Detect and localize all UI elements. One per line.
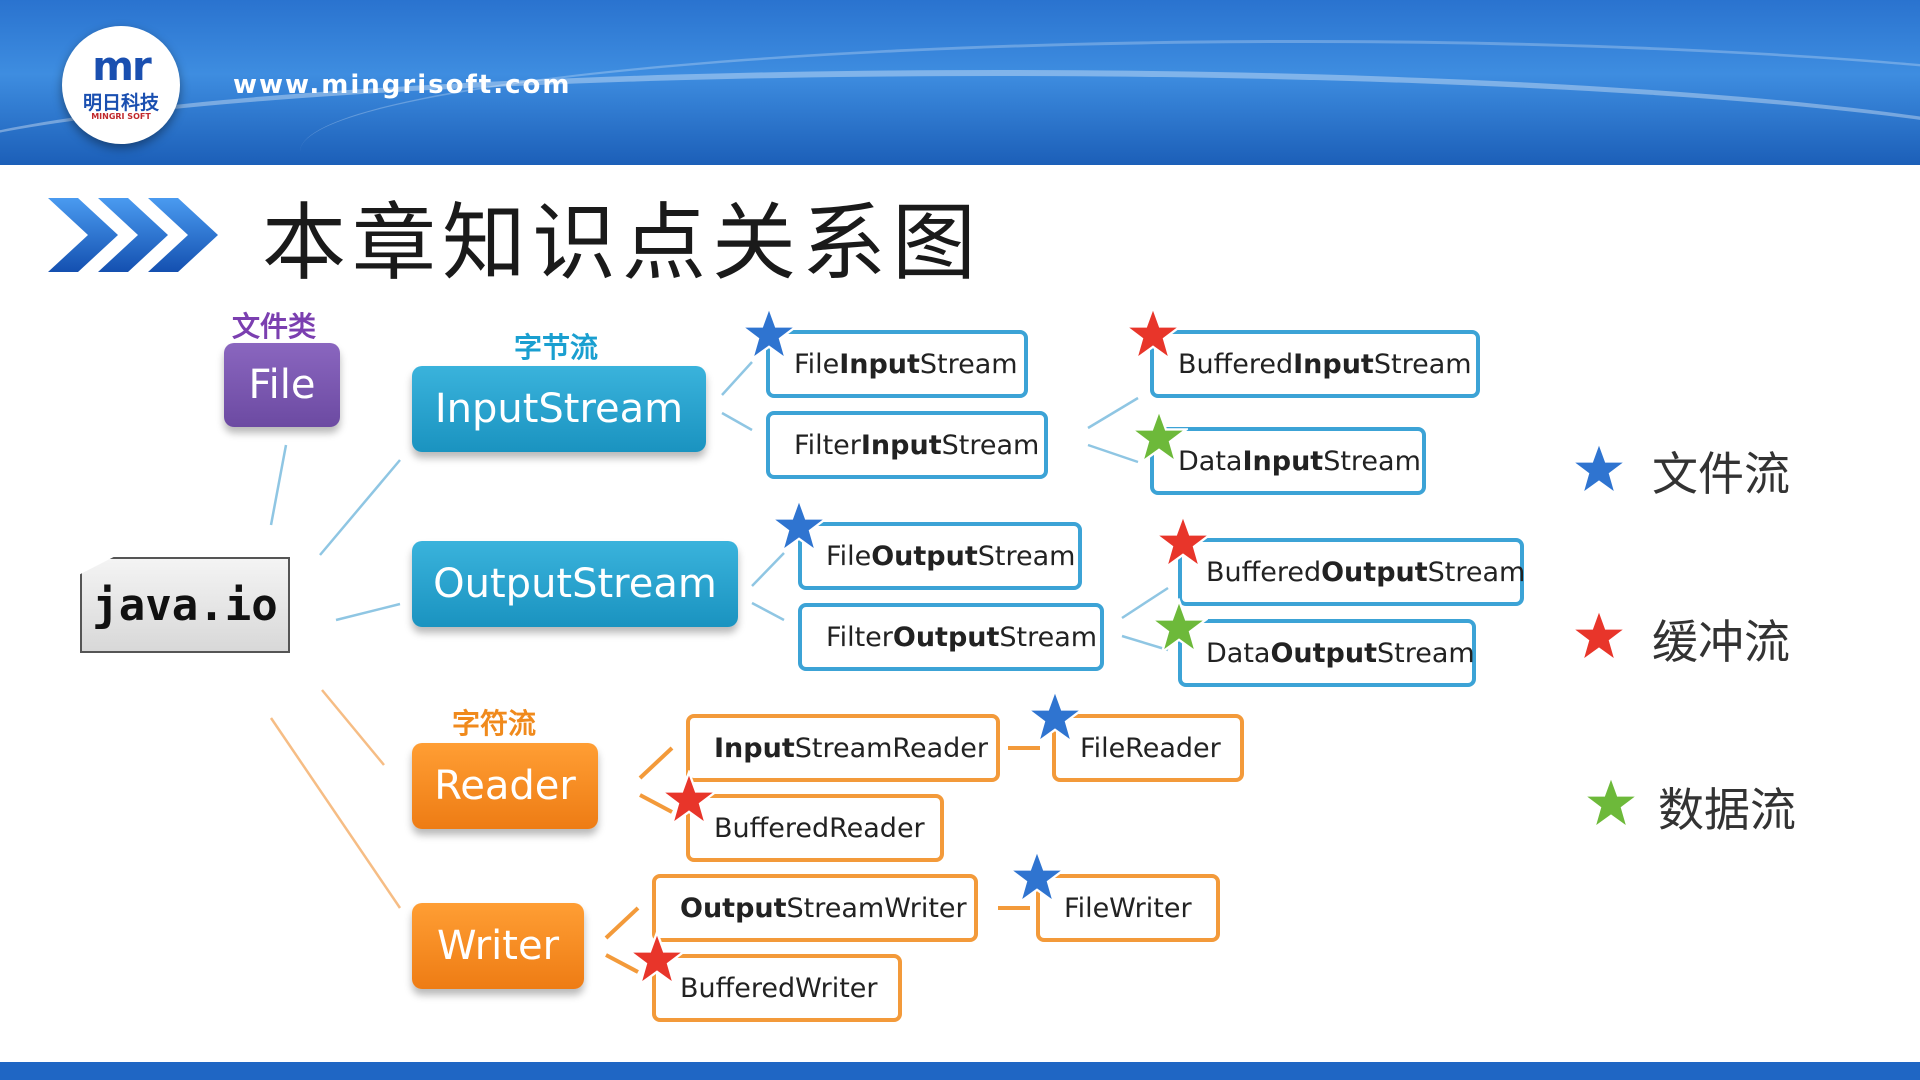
file-stream-star-icon: [740, 306, 798, 361]
class-name-emphasis: Input: [1293, 348, 1374, 380]
class-name-suffix: Stream: [1323, 445, 1421, 477]
footer-bar: [0, 1062, 1920, 1080]
class-name: BufferedWriter: [680, 972, 878, 1004]
class-filter-input-stream: Filter Input Stream: [766, 411, 1048, 479]
class-name-emphasis: Output: [892, 621, 1000, 653]
legend-buffered-stream-star-icon: [1570, 608, 1628, 663]
class-name-suffix: Stream: [977, 540, 1076, 572]
node-input-stream: InputStream: [412, 366, 706, 452]
class-buffered-output-stream: Buffered Output Stream: [1178, 538, 1526, 606]
class-output-stream-writer: Output StreamWriter: [652, 874, 978, 942]
class-name-emphasis: Input: [860, 429, 942, 461]
class-name-suffix: Stream: [1377, 637, 1475, 669]
node-reader: Reader: [412, 743, 598, 829]
class-input-stream-reader: Input StreamReader: [686, 714, 1000, 782]
root-package-java-io: java.io: [80, 557, 290, 653]
class-name-suffix: Stream: [941, 429, 1040, 461]
legend-file-stream-label: 文件流: [1652, 447, 1790, 501]
category-byte-stream: 字节流: [514, 331, 599, 364]
node-output-stream: OutputStream: [412, 541, 738, 627]
class-buffered-writer: BufferedWriter: [652, 954, 902, 1022]
class-name-emphasis: Output: [871, 540, 978, 572]
legend-file-stream-star-icon: [1570, 441, 1628, 496]
category-char-stream: 字符流: [452, 707, 537, 740]
class-file-output-stream: File Output Stream: [798, 522, 1082, 590]
class-name: FileWriter: [1064, 892, 1192, 924]
class-name-emphasis: Input: [714, 732, 795, 764]
class-file-input-stream: File Input Stream: [766, 330, 1028, 398]
class-name-prefix: Buffered: [1178, 348, 1294, 380]
buffered-stream-star-icon: [628, 931, 686, 986]
data-stream-star-icon: [1150, 599, 1208, 654]
buffered-stream-star-icon: [1154, 514, 1212, 569]
legend-data-stream-star-icon: [1582, 775, 1640, 830]
node-file: File: [224, 343, 340, 427]
class-data-output-stream: Data Output Stream: [1178, 619, 1476, 687]
file-stream-star-icon: [1008, 849, 1066, 904]
class-name-prefix: Buffered: [1206, 556, 1322, 588]
file-stream-star-icon: [770, 498, 828, 553]
class-name-suffix: StreamWriter: [786, 892, 967, 924]
class-name-prefix: Data: [1206, 637, 1271, 669]
legend-buffered-stream-label: 缓冲流: [1652, 615, 1790, 669]
class-name-prefix: Filter: [794, 429, 861, 461]
class-name-emphasis: Output: [680, 892, 787, 924]
class-name-suffix: Stream: [919, 348, 1018, 380]
class-name-suffix: Stream: [1373, 348, 1472, 380]
class-name-prefix: Filter: [826, 621, 893, 653]
node-writer: Writer: [412, 903, 584, 989]
data-stream-star-icon: [1130, 409, 1188, 464]
class-buffered-reader: BufferedReader: [686, 794, 944, 862]
buffered-stream-star-icon: [1124, 306, 1182, 361]
class-name-suffix: Stream: [1427, 556, 1526, 588]
file-stream-star-icon: [1026, 689, 1084, 744]
legend-data-stream-label: 数据流: [1658, 783, 1796, 837]
class-name-suffix: StreamReader: [794, 732, 988, 764]
class-name-prefix: File: [794, 348, 840, 380]
class-name: FileReader: [1080, 732, 1221, 764]
buffered-stream-star-icon: [660, 771, 718, 826]
class-buffered-input-stream: Buffered Input Stream: [1150, 330, 1480, 398]
category-file-class: 文件类: [232, 310, 317, 343]
class-filter-output-stream: Filter Output Stream: [798, 603, 1104, 671]
class-name-suffix: Stream: [999, 621, 1098, 653]
class-name-emphasis: Output: [1270, 637, 1378, 669]
class-name-emphasis: Input: [839, 348, 920, 380]
class-name-prefix: File: [826, 540, 872, 572]
class-name-emphasis: Output: [1321, 556, 1428, 588]
class-name-emphasis: Input: [1242, 445, 1324, 477]
class-name: BufferedReader: [714, 812, 925, 844]
class-data-input-stream: Data Input Stream: [1150, 427, 1426, 495]
